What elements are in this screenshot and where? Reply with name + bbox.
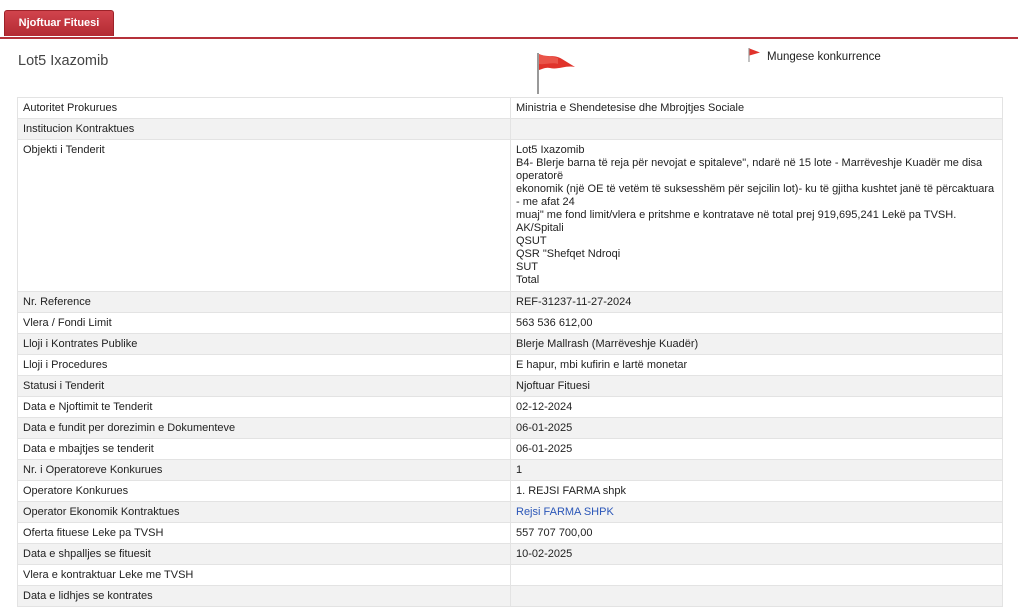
page-title: Lot5 Ixazomib [18, 53, 109, 69]
table-row: Data e fundit per dorezimin e Dokumentev… [17, 417, 1003, 439]
row-label: Data e shpalljes se fituesit [17, 543, 511, 565]
value-line: AK/Spitali [516, 222, 564, 234]
value-line: QSR "Shefqet Ndroqi [516, 248, 621, 260]
row-value: 557 707 700,00 [510, 522, 1003, 544]
row-value [510, 564, 1003, 586]
row-label: Nr. i Operatoreve Konkurues [17, 459, 511, 481]
row-label: Objekti i Tenderit [17, 139, 511, 292]
row-value: 02-12-2024 [510, 396, 1003, 418]
table-row: Lloji i Kontrates Publike Blerje Mallrash… [17, 333, 1003, 355]
operator-link[interactable]: Rejsi FARMA SHPK [516, 506, 614, 518]
value-line: Lot5 Ixazomib [516, 144, 585, 156]
table-row: Statusi i Tenderit Njoftuar Fituesi [17, 375, 1003, 397]
row-value: Njoftuar Fituesi [510, 375, 1003, 397]
tender-details-table: Autoritet Prokurues Ministria e Shendetes… [17, 97, 1003, 607]
row-value: Blerje Mallrash (Marrëveshje Kuadër) [510, 333, 1003, 355]
row-value: 06-01-2025 [510, 417, 1003, 439]
row-label: Oferta fituese Leke pa TVSH [17, 522, 511, 544]
table-row: Oferta fituese Leke pa TVSH 557 707 700,0… [17, 522, 1003, 544]
table-row: Vlera / Fondi Limit 563 536 612,00 [17, 312, 1003, 334]
table-row: Nr. Reference REF-31237-11-27-2024 [17, 291, 1003, 313]
row-label: Data e mbajtjes se tenderit [17, 438, 511, 460]
row-label: Data e Njoftimit te Tenderit [17, 396, 511, 418]
row-label: Vlera / Fondi Limit [17, 312, 511, 334]
row-label: Lloji i Kontrates Publike [17, 333, 511, 355]
row-label: Operatore Konkurues [17, 480, 511, 502]
row-label: Data e lidhjes se kontrates [17, 585, 511, 607]
row-label: Vlera e kontraktuar Leke me TVSH [17, 564, 511, 586]
table-row: Objekti i Tenderit Lot5 Ixazomib B4- Blerj… [17, 139, 1003, 292]
table-row: Institucion Kontraktues [17, 118, 1003, 140]
flag-icon [536, 52, 576, 99]
row-label: Data e fundit per dorezimin e Dokumentev… [17, 417, 511, 439]
row-value: 1. REJSI FARMA shpk [510, 480, 1003, 502]
row-value[interactable]: Rejsi FARMA SHPK [510, 501, 1003, 523]
row-value: 1 [510, 459, 1003, 481]
table-row: Data e shpalljes se fituesit 10-02-2025 [17, 543, 1003, 565]
row-value: 563 536 612,00 [510, 312, 1003, 334]
table-row: Nr. i Operatoreve Konkurues 1 [17, 459, 1003, 481]
row-label: Operator Ekonomik Kontraktues [17, 501, 511, 523]
row-value: 10-02-2025 [510, 543, 1003, 565]
row-label: Statusi i Tenderit [17, 375, 511, 397]
table-row: Autoritet Prokurues Ministria e Shendetes… [17, 97, 1003, 119]
row-label: Autoritet Prokurues [17, 97, 511, 119]
table-row: Vlera e kontraktuar Leke me TVSH [17, 564, 1003, 586]
row-value: 06-01-2025 [510, 438, 1003, 460]
value-line: QSUT [516, 235, 547, 247]
row-label: Lloji i Procedures [17, 354, 511, 376]
flag-icon-small [748, 48, 760, 62]
tab-njoftuar-fituesi[interactable]: Njoftuar Fituesi [4, 10, 114, 36]
table-row: Operatore Konkurues 1. REJSI FARMA shpk [17, 480, 1003, 502]
row-value: Ministria e Shendetesise dhe Mbrojtjes S… [510, 97, 1003, 119]
table-row: Lloji i Procedures E hapur, mbi kufirin e… [17, 354, 1003, 376]
value-line: Total [516, 274, 540, 286]
row-value: REF-31237-11-27-2024 [510, 291, 1003, 313]
value-line: ekonomik (një OE të vetëm të suksesshëm … [516, 183, 995, 208]
value-line: B4- Blerje barna të reja për nevojat e s… [516, 157, 983, 182]
row-value [510, 585, 1003, 607]
row-value [510, 118, 1003, 140]
row-label: Nr. Reference [17, 291, 511, 313]
table-row: Data e lidhjes se kontrates [17, 585, 1003, 607]
tab-bar: Njoftuar Fituesi [0, 0, 1018, 39]
value-line: muaj" me fond limit/vlera e pritshme e k… [516, 209, 957, 221]
legend: Mungese konkurrence [748, 48, 881, 63]
table-row: Data e mbajtjes se tenderit 06-01-2025 [17, 438, 1003, 460]
legend-label: Mungese konkurrence [767, 51, 881, 63]
row-value: E hapur, mbi kufirin e lartë monetar [510, 354, 1003, 376]
row-value: Lot5 Ixazomib B4- Blerje barna të reja pë… [510, 139, 1003, 292]
value-line: SUT [516, 261, 538, 273]
table-row: Data e Njoftimit te Tenderit 02-12-2024 [17, 396, 1003, 418]
table-row: Operator Ekonomik Kontraktues Rejsi FARMA… [17, 501, 1003, 523]
row-label: Institucion Kontraktues [17, 118, 511, 140]
